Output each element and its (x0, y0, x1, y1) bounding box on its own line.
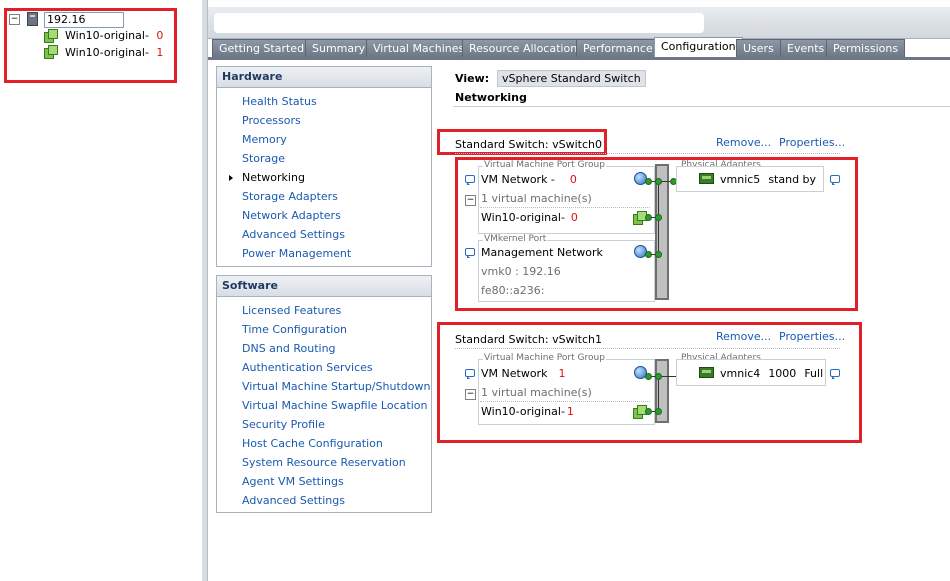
link-vm-startup-shutdown[interactable]: Virtual Machine Startup/Shutdown (242, 380, 430, 393)
link-network-adapters[interactable]: Network Adapters (242, 209, 341, 222)
vswitch0-remove-link[interactable]: Remove... (716, 136, 771, 149)
hardware-heading: Hardware (217, 67, 431, 88)
link-storage[interactable]: Storage (242, 152, 285, 165)
tab-virtual-machines[interactable]: Virtual Machines (366, 39, 472, 57)
vswitch0-properties-link[interactable]: Properties... (779, 136, 845, 149)
link-agent-vm-settings[interactable]: Agent VM Settings (242, 475, 344, 488)
tab-configuration[interactable]: Configuration (654, 37, 743, 58)
view-selector[interactable]: vSphere Standard Switch (497, 70, 646, 87)
link-dns-routing[interactable]: DNS and Routing (242, 342, 336, 355)
link-power-management[interactable]: Power Management (242, 247, 351, 260)
link-advanced-settings-sw[interactable]: Advanced Settings (242, 494, 345, 507)
link-vm-swapfile-location[interactable]: Virtual Machine Swapfile Location (242, 399, 427, 412)
tab-resource-allocation[interactable]: Resource Allocation (462, 39, 585, 57)
annotation-box-inventory (4, 8, 177, 83)
link-security-profile[interactable]: Security Profile (242, 418, 325, 431)
software-heading: Software (217, 276, 431, 297)
annotation-box-vswitch0-title (437, 129, 607, 155)
section-title: Networking (455, 91, 527, 104)
annotation-box-vswitch0 (455, 157, 858, 311)
tab-users[interactable]: Users (736, 39, 781, 57)
tab-events[interactable]: Events (780, 39, 832, 57)
tab-strip-line (208, 57, 950, 60)
link-memory[interactable]: Memory (242, 133, 287, 146)
link-system-resource-reservation[interactable]: System Resource Reservation (242, 456, 406, 469)
link-host-cache-configuration[interactable]: Host Cache Configuration (242, 437, 383, 450)
annotation-box-vswitch1 (437, 322, 862, 443)
tab-performance[interactable]: Performance (576, 39, 660, 57)
tab-summary[interactable]: Summary (305, 39, 373, 57)
section-divider (453, 106, 950, 107)
pane-splitter[interactable] (202, 0, 208, 581)
tab-getting-started[interactable]: Getting Started (212, 39, 312, 57)
link-advanced-settings-hw[interactable]: Advanced Settings (242, 228, 345, 241)
link-processors[interactable]: Processors (242, 114, 301, 127)
link-storage-adapters[interactable]: Storage Adapters (242, 190, 338, 203)
link-health-status[interactable]: Health Status (242, 95, 317, 108)
link-time-configuration[interactable]: Time Configuration (242, 323, 347, 336)
view-label: View: (455, 72, 490, 85)
link-networking[interactable]: Networking (242, 171, 305, 184)
selected-arrow-icon (229, 175, 233, 181)
tab-permissions[interactable]: Permissions (826, 39, 906, 57)
link-authentication-services[interactable]: Authentication Services (242, 361, 373, 374)
redacted-title (214, 13, 704, 33)
vswitch0-divider (455, 153, 840, 154)
link-licensed-features[interactable]: Licensed Features (242, 304, 341, 317)
inventory-panel (0, 0, 203, 581)
